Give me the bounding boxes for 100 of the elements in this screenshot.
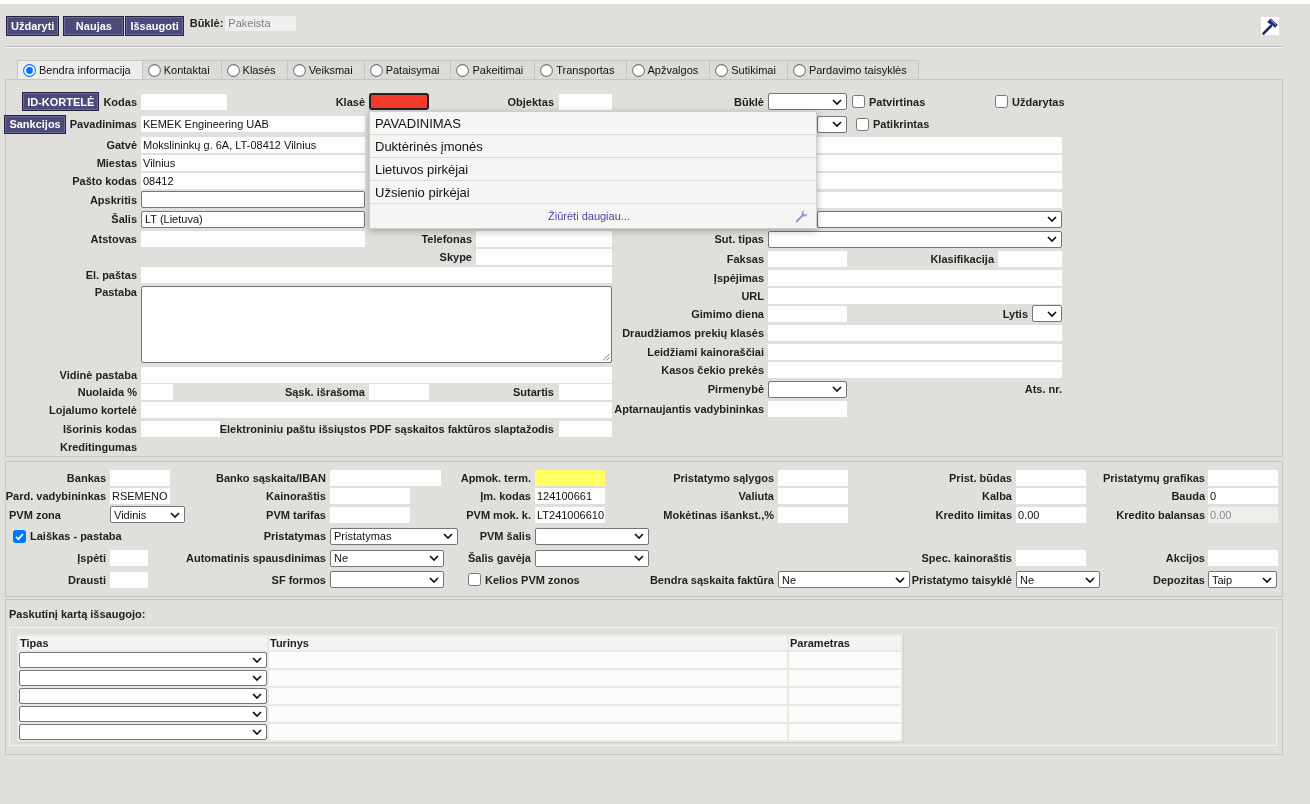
textarea-field[interactable] <box>141 286 612 363</box>
select-field[interactable] <box>535 549 649 567</box>
text-field[interactable] <box>369 93 429 110</box>
select-field[interactable] <box>330 571 444 588</box>
select-field[interactable]: Ne <box>778 571 910 588</box>
select-field[interactable] <box>768 380 847 398</box>
text-field[interactable] <box>110 550 148 566</box>
tab[interactable]: Sutikimai <box>710 60 788 79</box>
select-field[interactable]: Vidinis <box>110 506 185 523</box>
select-field[interactable] <box>817 210 1062 228</box>
text-field[interactable]: 124100661 <box>535 488 605 504</box>
text-field[interactable] <box>559 384 612 400</box>
select-field[interactable] <box>19 724 267 740</box>
dropdown-option[interactable]: Užsienio pirkėjai <box>370 181 816 204</box>
text-field[interactable] <box>141 420 220 437</box>
tab[interactable]: Pataisymai <box>364 60 452 79</box>
text-field[interactable] <box>559 93 612 110</box>
text-field[interactable] <box>110 470 170 486</box>
select-field[interactable]: Taip <box>1208 571 1277 588</box>
text-field[interactable] <box>535 470 605 486</box>
text-field[interactable] <box>1016 550 1086 566</box>
wrench-icon[interactable] <box>795 209 808 223</box>
select-field[interactable] <box>19 652 267 668</box>
text-field[interactable] <box>768 305 847 322</box>
text-field[interactable] <box>330 506 410 523</box>
select-field[interactable] <box>817 115 847 133</box>
dropdown-option[interactable]: Lietuvos pirkėjai <box>370 158 816 181</box>
checkbox[interactable] <box>468 573 481 586</box>
toolbar-button[interactable]: Išsaugoti <box>125 16 184 36</box>
text-field[interactable] <box>330 470 441 486</box>
text-field[interactable] <box>817 155 1062 171</box>
text-field[interactable] <box>1016 488 1086 504</box>
text-field[interactable] <box>141 402 612 418</box>
toolbar-button[interactable]: Uždaryti <box>6 16 60 36</box>
select-field[interactable]: Pristatymas <box>330 527 458 545</box>
text-field[interactable] <box>768 269 1062 286</box>
hammer-icon[interactable] <box>1261 17 1279 35</box>
text-field[interactable] <box>817 191 1062 208</box>
select-field[interactable]: Ne <box>1016 571 1100 588</box>
text-field[interactable] <box>141 230 365 247</box>
select-field[interactable] <box>19 688 267 704</box>
text-field[interactable] <box>768 287 1062 304</box>
dropdown-option[interactable]: PAVADINIMAS <box>370 112 816 135</box>
toolbar-button[interactable]: Naujas <box>63 16 125 36</box>
select-field[interactable]: LT (Lietuva) <box>141 210 365 228</box>
text-field[interactable] <box>330 488 410 504</box>
text-field[interactable] <box>141 384 173 400</box>
more-link[interactable]: Žiūrėti daugiau... <box>548 210 630 222</box>
text-field[interactable] <box>476 249 612 265</box>
select-field[interactable] <box>768 230 1062 248</box>
text-field[interactable] <box>1208 550 1278 566</box>
text-field[interactable]: 0 <box>1208 488 1278 504</box>
select-field[interactable] <box>1032 305 1062 322</box>
select-field[interactable] <box>19 706 267 722</box>
text-field[interactable]: Vilnius <box>141 155 365 171</box>
select-field[interactable] <box>141 191 365 208</box>
text-field[interactable] <box>1208 470 1278 486</box>
select-field[interactable] <box>19 670 267 686</box>
tab[interactable]: Apžvalgos <box>626 60 711 79</box>
tab[interactable]: Pakeitimai <box>451 60 536 79</box>
select-field[interactable] <box>535 527 649 545</box>
tab[interactable]: Klasės <box>221 60 288 79</box>
text-field[interactable]: RSEMENO <box>110 488 170 504</box>
text-field[interactable] <box>768 343 1062 360</box>
text-field[interactable] <box>768 400 847 417</box>
checkbox[interactable] <box>852 95 865 108</box>
text-field[interactable]: 08412 <box>141 173 365 189</box>
text-field[interactable] <box>1016 470 1086 486</box>
text-field[interactable] <box>778 470 848 486</box>
tab[interactable]: Bendra informacija <box>17 60 143 79</box>
tab[interactable]: Transportas <box>535 60 627 79</box>
text-field[interactable] <box>817 137 1062 153</box>
text-field[interactable] <box>778 506 848 523</box>
text-field[interactable] <box>768 250 847 267</box>
tab[interactable]: Pardavimo taisyklės <box>787 60 919 79</box>
checkbox[interactable] <box>856 117 869 131</box>
select-field[interactable] <box>768 93 847 110</box>
text-field[interactable] <box>817 173 1062 189</box>
text-field[interactable] <box>778 488 848 504</box>
text-field[interactable] <box>768 324 1062 341</box>
text-field[interactable]: LT241006610 <box>535 506 605 523</box>
text-field[interactable]: Mokslininkų g. 6A, LT-08412 Vilnius <box>141 137 365 153</box>
text-field[interactable]: 0.00 <box>1016 506 1086 523</box>
checkbox[interactable] <box>13 529 26 543</box>
text-field[interactable] <box>998 250 1062 267</box>
text-field[interactable] <box>476 230 612 247</box>
text-field[interactable] <box>369 384 429 400</box>
text-field[interactable] <box>559 420 612 437</box>
text-field[interactable] <box>110 571 148 588</box>
text-field[interactable] <box>768 362 1062 378</box>
tab[interactable]: Kontaktai <box>142 60 222 79</box>
text-field[interactable] <box>141 266 612 283</box>
select-field[interactable]: Ne <box>330 549 444 567</box>
tab[interactable]: Veiksmai <box>287 60 365 79</box>
action-button[interactable]: Sankcijos <box>4 114 66 134</box>
dropdown-option[interactable]: Duktėrinės įmonės <box>370 135 816 158</box>
text-field[interactable] <box>141 93 227 110</box>
text-field[interactable] <box>141 366 612 383</box>
text-field[interactable]: KEMEK Engineering UAB <box>141 116 365 132</box>
checkbox[interactable] <box>995 95 1008 108</box>
